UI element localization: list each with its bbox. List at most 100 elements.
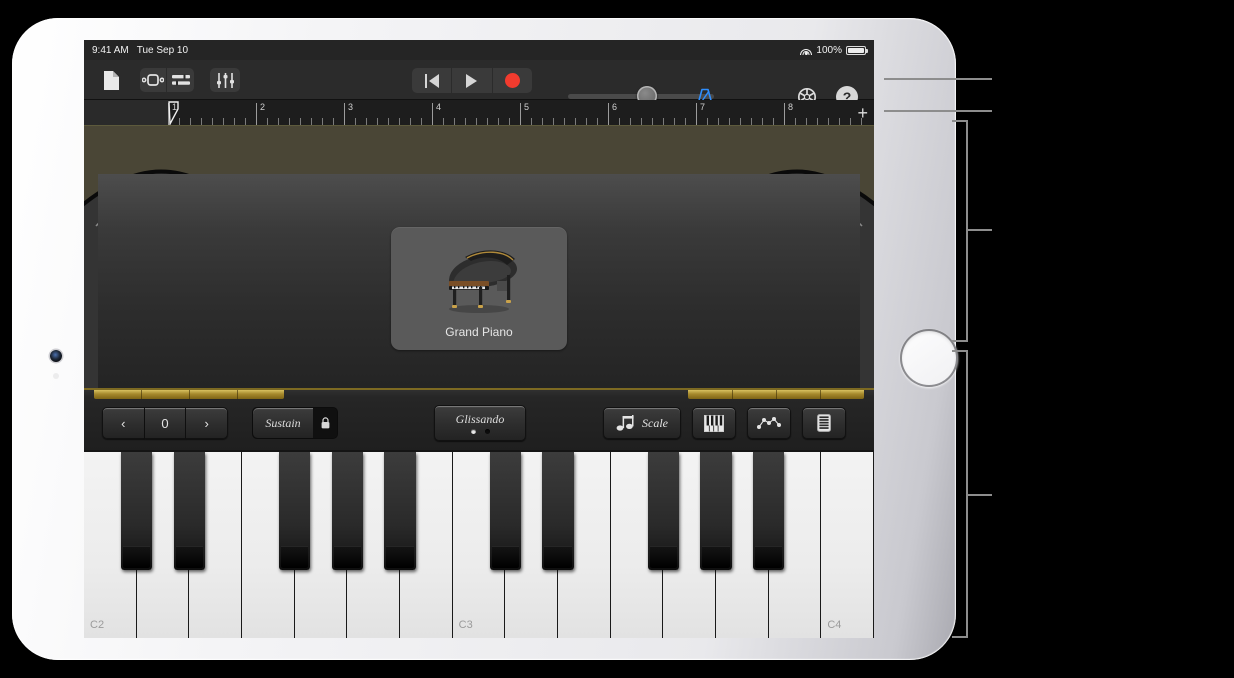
ruler-tick <box>729 118 730 125</box>
piano-keys-icon[interactable] <box>692 407 736 439</box>
ruler-tick <box>377 118 378 125</box>
battery-percent: 100% <box>816 44 842 56</box>
keyboard-layout-icon[interactable] <box>802 407 846 439</box>
key-note-label: C3 <box>458 619 473 631</box>
play-icon[interactable] <box>451 68 491 93</box>
black-key-Asharp[interactable] <box>384 452 416 570</box>
lock-icon[interactable] <box>313 408 337 438</box>
ruler-tick <box>575 118 576 125</box>
ruler-tick <box>619 118 620 125</box>
glissando-label: Glissando <box>455 412 505 426</box>
ruler-tick <box>850 118 851 125</box>
arpeggiator-icon[interactable] <box>747 407 791 439</box>
document-icon[interactable] <box>98 68 124 92</box>
battery-full-icon <box>846 45 868 55</box>
timeline-ruler[interactable]: 12345678 + <box>84 100 874 126</box>
instrument-name: Grand Piano <box>445 325 513 339</box>
grand-piano-icon <box>449 250 517 313</box>
ruler-tick <box>333 118 334 125</box>
home-button[interactable] <box>900 329 958 387</box>
scale-label: Scale <box>642 415 668 430</box>
black-key-Dsharp[interactable] <box>173 452 206 570</box>
ipad-device: 9:41 AM Tue Sep 10 100% ? 1 2 3 4 5 6 7 … <box>12 18 958 660</box>
add-section-button[interactable]: + <box>857 104 868 122</box>
ruler-tick <box>399 118 400 125</box>
black-key-Gsharp[interactable] <box>700 452 732 570</box>
sustain-button[interactable]: Sustain <box>253 408 313 438</box>
ruler-tick <box>355 118 356 125</box>
ruler-tick <box>718 118 719 125</box>
octave-control: ‹ 0 › <box>102 407 229 439</box>
instrument-card[interactable]: Grand Piano <box>391 227 567 350</box>
ruler-tick <box>586 118 587 125</box>
white-key-C[interactable]: C4 <box>821 452 874 638</box>
octave-down-button[interactable]: ‹ <box>102 407 145 439</box>
ruler-tick <box>795 118 796 125</box>
black-key-Fsharp[interactable] <box>647 452 680 570</box>
ruler-tick <box>751 118 752 125</box>
black-key-Csharp[interactable] <box>489 452 522 570</box>
black-key-Gsharp[interactable] <box>331 452 364 570</box>
brass-strip-right <box>688 390 864 399</box>
toolbar: ? <box>84 60 874 108</box>
ruler-tick <box>509 118 510 125</box>
status-bar: 9:41 AM Tue Sep 10 100% <box>84 40 874 60</box>
ruler-tick <box>223 118 224 125</box>
black-key-Fsharp[interactable] <box>278 452 311 570</box>
instrument-area: Grand Piano <box>84 126 874 388</box>
ruler-tick <box>454 118 455 125</box>
black-key-Asharp[interactable] <box>752 452 785 570</box>
ruler-tick <box>652 118 653 125</box>
ruler-tick <box>674 118 675 125</box>
sustain-control: Sustain <box>252 407 338 439</box>
transport-controls <box>412 68 532 93</box>
ruler-tick <box>179 118 180 125</box>
record-icon[interactable] <box>491 68 532 93</box>
ruler-tick <box>630 118 631 125</box>
piano-keyboard[interactable]: C2 C3 C4 <box>84 450 874 638</box>
ruler-tick <box>278 118 279 125</box>
ruler-tick <box>542 118 543 125</box>
ruler-tick <box>641 118 642 125</box>
playhead[interactable] <box>168 101 179 125</box>
ruler-tick <box>421 118 422 125</box>
ruler-tick <box>234 118 235 125</box>
go-to-beginning-icon[interactable] <box>412 68 451 93</box>
ruler-tick <box>564 118 565 125</box>
ruler-tick <box>388 118 389 125</box>
ruler-tick <box>817 118 818 125</box>
front-camera-icon <box>50 350 62 362</box>
mixer-sliders-icon[interactable] <box>210 68 240 92</box>
ruler-tick <box>245 118 246 125</box>
ruler-tick <box>366 118 367 125</box>
ruler-tick <box>267 118 268 125</box>
ruler-tick <box>531 118 532 125</box>
ruler-tick <box>663 118 664 125</box>
ruler-tick <box>201 118 202 125</box>
ruler-tick <box>300 118 301 125</box>
key-note-label: C2 <box>90 619 105 631</box>
key-note-label: C4 <box>827 619 842 631</box>
black-key-Csharp[interactable] <box>120 452 153 570</box>
ruler-tick <box>839 118 840 125</box>
ruler-tick <box>597 118 598 125</box>
ruler-tick <box>190 118 191 125</box>
black-key-Dsharp[interactable] <box>542 452 574 570</box>
ruler-tick <box>685 118 686 125</box>
track-view-icon[interactable] <box>140 68 167 92</box>
ruler-tick <box>443 118 444 125</box>
scale-button[interactable]: Scale <box>603 407 681 439</box>
ruler-tick <box>410 118 411 125</box>
list-view-icon[interactable] <box>167 68 194 92</box>
octave-up-button[interactable]: › <box>186 407 229 439</box>
ambient-sensor-icon <box>53 373 59 379</box>
status-date: Tue Sep 10 <box>136 44 189 56</box>
glissando-button[interactable]: Glissando <box>434 405 526 441</box>
ruler-tick <box>498 118 499 125</box>
ruler-tick <box>553 118 554 125</box>
ruler-callout <box>884 110 992 112</box>
ruler-tick <box>773 118 774 125</box>
octave-value: 0 <box>144 407 187 439</box>
glissando-mode-dots[interactable] <box>470 429 490 434</box>
ruler-tick <box>311 118 312 125</box>
